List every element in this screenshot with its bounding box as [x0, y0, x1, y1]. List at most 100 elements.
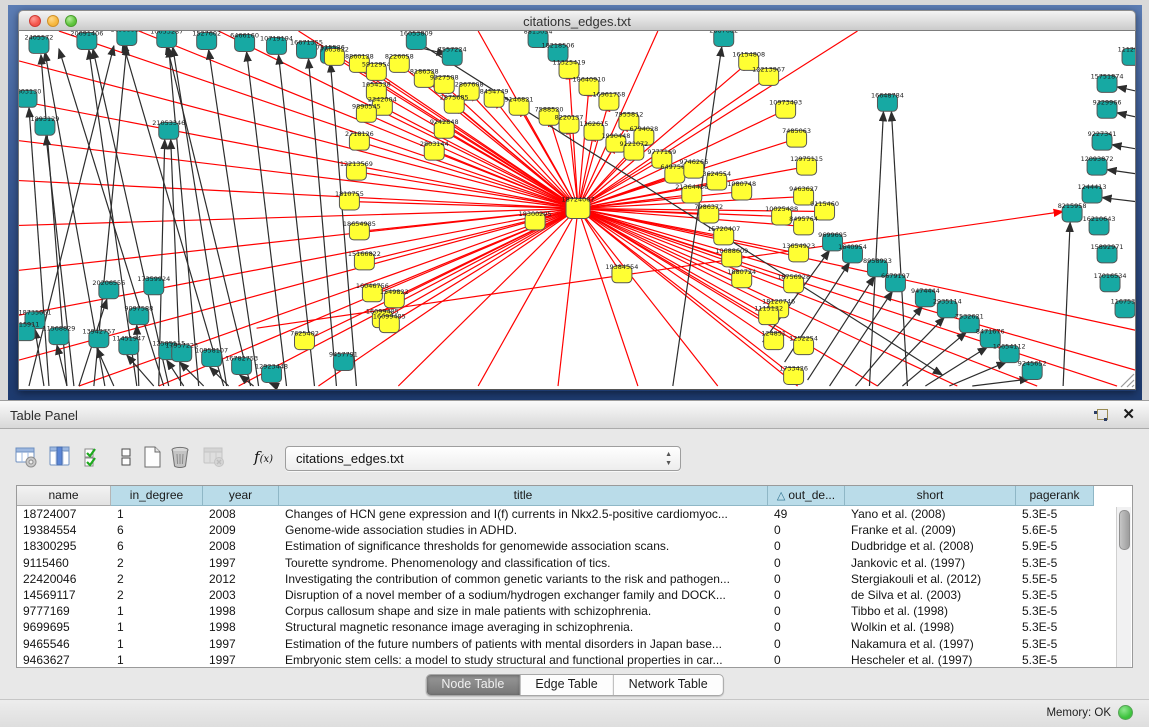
graph-node-label: 17957223 [165, 342, 198, 350]
citation-graph: 2405572206914061693552410053287152760264… [19, 31, 1135, 389]
float-window-icon[interactable] [1094, 409, 1107, 422]
graph-node-label: 1733426 [779, 365, 808, 373]
graph-node-label: 1167533 [1111, 298, 1135, 306]
cell-name: 9699695 [17, 619, 111, 635]
column-header-year[interactable]: year [203, 486, 279, 506]
table-settings-icon[interactable] [14, 445, 40, 471]
graph-node-label: 15166822 [348, 250, 381, 258]
function-builder-icon[interactable]: f(x) [254, 448, 273, 466]
cell-out_degree: 0 [768, 522, 845, 538]
graph-node-label: 9329966 [1093, 98, 1122, 106]
table-row[interactable]: 977716911998Corpus callosum shape and si… [17, 603, 1132, 619]
table-row[interactable]: 1830029562008Estimation of significance … [17, 538, 1132, 554]
column-header-short[interactable]: short [845, 486, 1016, 506]
graph-edge [902, 332, 966, 386]
show-columns-icon[interactable] [48, 445, 74, 471]
cell-short: de Silva et al. (2003) [845, 587, 1016, 603]
graph-node-label: 9746266 [679, 158, 708, 166]
graph-node-label: 12093872 [1081, 155, 1114, 163]
cell-name: 22420046 [17, 571, 111, 587]
table-row[interactable]: 1456911722003Disruption of a novel membe… [17, 587, 1132, 603]
tab-node-table[interactable]: Node Table [426, 675, 520, 695]
table-source-select[interactable]: citations_edges.txt ▲▼ [285, 446, 681, 471]
row-height-icon[interactable] [114, 445, 140, 471]
table-row[interactable]: 911546021997Tourette syndrome. Phenomeno… [17, 555, 1132, 571]
graph-node-label: 1080748 [727, 180, 756, 188]
graph-node-label: 6679197 [881, 272, 910, 280]
network-canvas[interactable]: 2405572206914061693552410053287152760264… [18, 31, 1136, 390]
graph-edge [97, 348, 114, 386]
cell-title: Genome-wide association studies in ADHD. [279, 522, 768, 538]
memory-status-dot[interactable] [1118, 705, 1133, 720]
scrollbar-thumb[interactable] [1119, 510, 1130, 550]
graph-node-label: 1810755 [335, 190, 364, 198]
cell-out_degree: 0 [768, 587, 845, 603]
graph-node-label: 9777169 [647, 148, 676, 156]
table-row[interactable]: 1872400712008Changes of HCN gene express… [17, 506, 1132, 522]
graph-node-label: 18654985 [343, 220, 376, 228]
graph-edge [173, 47, 227, 386]
graph-node-label: 7557224 [438, 45, 467, 53]
status-bar: Memory: OK [0, 699, 1149, 727]
graph-node-label: 6466160 [230, 31, 259, 39]
cell-short: Tibbo et al. (1998) [845, 603, 1016, 619]
column-header-pagerank[interactable]: pagerank [1016, 486, 1094, 506]
graph-node-label: 8958923 [863, 257, 892, 265]
column-header-name[interactable]: name [17, 486, 111, 506]
column-header-title[interactable]: title [279, 486, 768, 506]
cell-out_degree: 0 [768, 636, 845, 652]
desktop-background: citations_edges.txt 24055722069140616935… [8, 5, 1142, 400]
graph-node-label: 21364436 [675, 183, 708, 191]
tab-edge-table[interactable]: Edge Table [520, 675, 613, 695]
graph-node-label: 7955812 [614, 110, 643, 118]
cell-short: Hescheler et al. (1997) [845, 652, 1016, 668]
cell-title: Tourette syndrome. Phenomenology and cla… [279, 555, 768, 571]
cell-name: 19384554 [17, 522, 111, 538]
cytoscape-app: { "window": { "title": "citations_edges.… [0, 0, 1149, 727]
delete-table-icon[interactable] [168, 445, 194, 471]
graph-node-label: 17359924 [137, 275, 170, 283]
graph-node-label: 16935524 [110, 31, 143, 33]
cell-out_degree: 0 [768, 571, 845, 587]
graph-node-label: 5912954 [362, 60, 391, 68]
clear-table-icon [202, 445, 228, 471]
cell-title: Estimation of significance thresholds fo… [279, 538, 768, 554]
table-row[interactable]: 2242004622012Investigating the contribut… [17, 571, 1132, 587]
graph-node-label: 1112954 [1118, 45, 1135, 53]
graph-edge [925, 347, 987, 386]
graph-node-label: 12213967 [752, 65, 785, 73]
cell-title: Embryonic stem cells: a model to study s… [279, 652, 768, 668]
tab-network-table[interactable]: Network Table [614, 675, 723, 695]
graph-edge [382, 209, 578, 320]
graph-edge [1132, 385, 1134, 387]
graph-edge [578, 209, 638, 387]
graph-node-label: 15892971 [1091, 243, 1124, 251]
graph-edge [972, 379, 1029, 386]
new-column-icon[interactable] [140, 445, 166, 471]
graph-edge [1117, 113, 1135, 117]
graph-node-label: 10973493 [769, 98, 802, 106]
cell-name: 9115460 [17, 555, 111, 571]
close-panel-icon[interactable]: ✕ [1122, 406, 1135, 424]
network-view-region: citations_edges.txt 24055722069140616935… [0, 0, 1149, 400]
cell-pagerank: 5.6E-5 [1016, 522, 1094, 538]
column-header-in_degree[interactable]: in_degree [111, 486, 203, 506]
column-header-out_degree[interactable]: △out_de... [768, 486, 845, 506]
network-window-titlebar[interactable]: citations_edges.txt [18, 10, 1136, 31]
table-header-row: namein_degreeyeartitle△out_de...shortpag… [17, 486, 1132, 506]
graph-node-label: 9457791 [329, 351, 358, 359]
select-columns-icon[interactable] [82, 445, 108, 471]
table-scrollbar[interactable] [1116, 507, 1131, 667]
graph-node-label: 9115460 [810, 200, 839, 208]
table-row[interactable]: 969969511998Structural magnetic resonanc… [17, 619, 1132, 635]
graph-node-label: 7625402 [290, 330, 319, 338]
graph-edge [180, 362, 204, 386]
table-row[interactable]: 946554611997Estimation of the future num… [17, 636, 1132, 652]
graph-node-label: 9242848 [430, 118, 459, 126]
graph-node-label: 9699695 [818, 231, 847, 239]
table-row[interactable]: 946362711997Embryonic stem cells: a mode… [17, 652, 1132, 668]
graph-node-label: 9245652 [1018, 360, 1047, 368]
cell-pagerank: 5.3E-5 [1016, 506, 1094, 522]
table-row[interactable]: 1938455462009Genome-wide association stu… [17, 522, 1132, 538]
graph-node-label: 18640910 [573, 75, 606, 83]
